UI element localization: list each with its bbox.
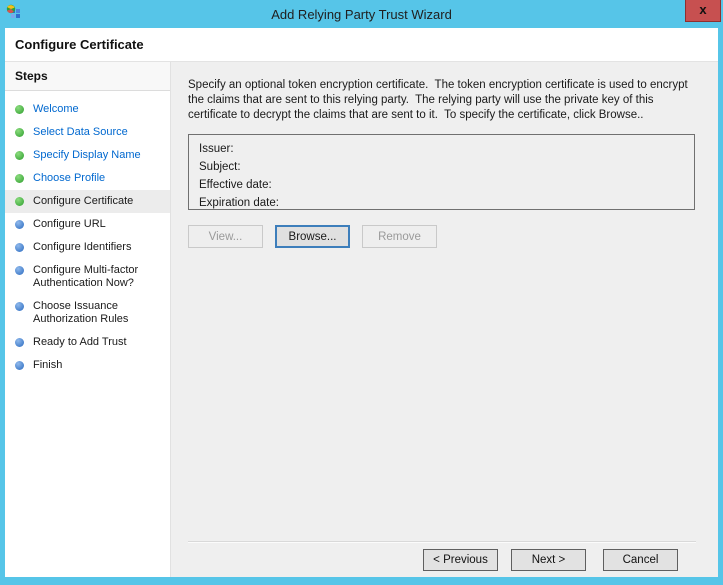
- sidebar-item-configure-certificate: Configure Certificate: [5, 190, 170, 213]
- remove-button: Remove: [362, 225, 437, 248]
- completed-bullet-icon: [15, 151, 24, 160]
- step-label: Configure URL: [33, 218, 106, 230]
- client-area: Configure Certificate Steps Welcome Sele…: [5, 28, 718, 577]
- step-label: Configure Multi-factor Authentication No…: [33, 264, 139, 289]
- sidebar-item-specify-display-name: Specify Display Name: [5, 144, 170, 167]
- sidebar-item-ready-to-add-trust: Ready to Add Trust: [5, 331, 170, 354]
- upcoming-bullet-icon: [15, 266, 24, 275]
- footer: < Previous Next > Cancel: [188, 541, 696, 577]
- sidebar-item-welcome: Welcome: [5, 98, 170, 121]
- upcoming-bullet-icon: [15, 361, 24, 370]
- main-panel: Specify an optional token encryption cer…: [171, 62, 718, 577]
- page-header-band: Configure Certificate: [5, 28, 718, 62]
- upcoming-bullet-icon: [15, 338, 24, 347]
- steps-sidebar: Steps Welcome Select Data Source Specify…: [5, 62, 171, 577]
- sidebar-item-configure-identifiers: Configure Identifiers: [5, 236, 170, 259]
- sidebar-item-configure-url: Configure URL: [5, 213, 170, 236]
- current-bullet-icon: [15, 197, 24, 206]
- step-label: Finish: [33, 359, 63, 371]
- wizard-window: Add Relying Party Trust Wizard x Configu…: [0, 0, 723, 585]
- sidebar-item-choose-profile: Choose Profile: [5, 167, 170, 190]
- certificate-effective-date-label: Effective date:: [199, 179, 272, 191]
- close-icon[interactable]: x: [685, 0, 721, 22]
- step-label: Choose Profile: [33, 172, 106, 184]
- certificate-info-box: Issuer: Subject: Effective date: Expirat…: [188, 134, 695, 210]
- step-label: Select Data Source: [33, 126, 128, 138]
- next-button[interactable]: Next >: [511, 549, 586, 571]
- step-label: Configure Certificate: [33, 195, 134, 207]
- footer-buttons: < Previous Next > Cancel: [188, 543, 696, 577]
- step-label: Welcome: [33, 103, 79, 115]
- sidebar-item-select-data-source: Select Data Source: [5, 121, 170, 144]
- titlebar[interactable]: Add Relying Party Trust Wizard x: [0, 0, 723, 28]
- completed-bullet-icon: [15, 128, 24, 137]
- certificate-subject-label: Subject:: [199, 161, 241, 173]
- view-button: View...: [188, 225, 263, 248]
- certificate-expiration-date-label: Expiration date:: [199, 197, 279, 209]
- page-title: Configure Certificate: [15, 37, 144, 52]
- steps-heading: Steps: [5, 62, 170, 91]
- certificate-actions: View... Browse... Remove: [188, 225, 696, 248]
- page-description: Specify an optional token encryption cer…: [188, 79, 691, 121]
- upcoming-bullet-icon: [15, 243, 24, 252]
- previous-button[interactable]: < Previous: [423, 549, 498, 571]
- upcoming-bullet-icon: [15, 302, 24, 311]
- content-area: Steps Welcome Select Data Source Specify…: [5, 62, 718, 577]
- certificate-issuer-label: Issuer:: [199, 143, 234, 155]
- steps-list: Welcome Select Data Source Specify Displ…: [5, 91, 170, 377]
- window-title: Add Relying Party Trust Wizard: [271, 6, 452, 22]
- step-label: Specify Display Name: [33, 149, 141, 161]
- step-label: Ready to Add Trust: [33, 336, 127, 348]
- step-label: Choose Issuance Authorization Rules: [33, 300, 129, 325]
- completed-bullet-icon: [15, 174, 24, 183]
- sidebar-item-choose-issuance-rules: Choose Issuance Authorization Rules: [5, 295, 170, 331]
- cancel-button[interactable]: Cancel: [603, 549, 678, 571]
- sidebar-item-finish: Finish: [5, 354, 170, 377]
- sidebar-item-configure-mfa: Configure Multi-factor Authentication No…: [5, 259, 170, 295]
- upcoming-bullet-icon: [15, 220, 24, 229]
- browse-button[interactable]: Browse...: [275, 225, 350, 248]
- step-label: Configure Identifiers: [33, 241, 132, 253]
- wizard-app-icon: [5, 4, 23, 22]
- completed-bullet-icon: [15, 105, 24, 114]
